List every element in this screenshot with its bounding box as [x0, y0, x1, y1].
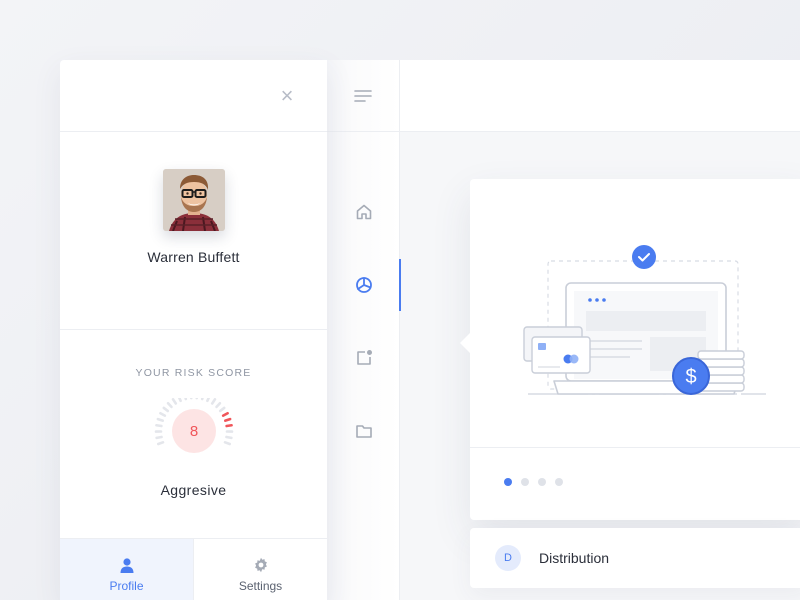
icon-rail [327, 60, 401, 600]
gauge-tick [156, 440, 165, 446]
gauge-tick [177, 398, 182, 403]
gauge-tick [159, 411, 167, 417]
gauge-tick-active [225, 423, 233, 428]
gauge-tick [210, 398, 217, 405]
profile-panel: × Warren Buffett YOUR RISK SCORE 8 Aggre… [60, 60, 327, 600]
profile-tabs: Profile Settings [60, 539, 327, 600]
gauge-tick [155, 435, 163, 440]
distribution-badge: D [495, 545, 521, 571]
close-icon: × [280, 83, 294, 108]
gauge-tick [200, 398, 204, 401]
gauge-tick [171, 398, 178, 405]
risk-gauge: 8 [154, 398, 234, 453]
user-name: Warren Buffett [147, 249, 240, 265]
user-block: Warren Buffett [60, 169, 327, 330]
laptop-payment-illustration: $ [523, 245, 766, 395]
tab-settings[interactable]: Settings [193, 539, 327, 600]
gauge-tick [215, 401, 222, 409]
risk-score-block: YOUR RISK SCORE 8 Aggresive [60, 330, 327, 539]
risk-score-title: YOUR RISK SCORE [135, 367, 252, 379]
gauge-tick [218, 406, 226, 413]
menu-icon [354, 89, 372, 102]
gauge-tick-active [221, 411, 229, 417]
onboarding-card: $ [460, 179, 800, 520]
avatar[interactable] [162, 169, 225, 231]
tab-profile[interactable]: Profile [60, 539, 193, 600]
rail-item-notifications[interactable] [327, 332, 400, 384]
risk-score-value: 8 [190, 423, 198, 440]
rail-item-files[interactable] [327, 405, 400, 457]
gauge-tick [184, 398, 188, 401]
pie-chart-icon [355, 277, 372, 293]
carousel-dots [504, 478, 563, 486]
tab-settings-label: Settings [238, 578, 283, 593]
list-item[interactable]: D Distribution [470, 528, 800, 588]
rail-item-portfolio[interactable] [327, 259, 401, 311]
svg-text:$: $ [685, 366, 696, 388]
gauge-tick [206, 398, 211, 403]
main-header [400, 60, 800, 132]
gauge-tick [156, 417, 164, 422]
tab-profile-label: Profile [109, 578, 144, 593]
card-divider [470, 447, 800, 448]
gear-icon [254, 557, 267, 572]
gauge-tick [155, 423, 163, 428]
gauge-tick [225, 435, 233, 440]
menu-button[interactable] [327, 60, 399, 132]
home-icon [356, 204, 371, 220]
risk-level: Aggresive [160, 482, 227, 498]
gauge-tick [223, 440, 232, 446]
avatar-portrait [162, 169, 225, 231]
carousel-dot[interactable] [538, 478, 546, 486]
rail-item-home[interactable] [327, 186, 400, 238]
user-icon [120, 557, 133, 573]
app-stage: × Warren Buffett YOUR RISK SCORE 8 Aggre… [0, 0, 800, 600]
gauge-tick-active [224, 417, 232, 422]
folder-icon [355, 425, 372, 438]
distribution-label: Distribution [539, 550, 610, 566]
notification-icon [356, 350, 372, 365]
close-button[interactable]: × [275, 84, 299, 108]
panel-header: × [60, 60, 327, 132]
carousel-dot[interactable] [555, 478, 563, 486]
gauge-tick [162, 406, 170, 413]
carousel-dot[interactable] [504, 478, 512, 486]
gauge-tick [166, 401, 173, 409]
carousel-dot[interactable] [521, 478, 529, 486]
